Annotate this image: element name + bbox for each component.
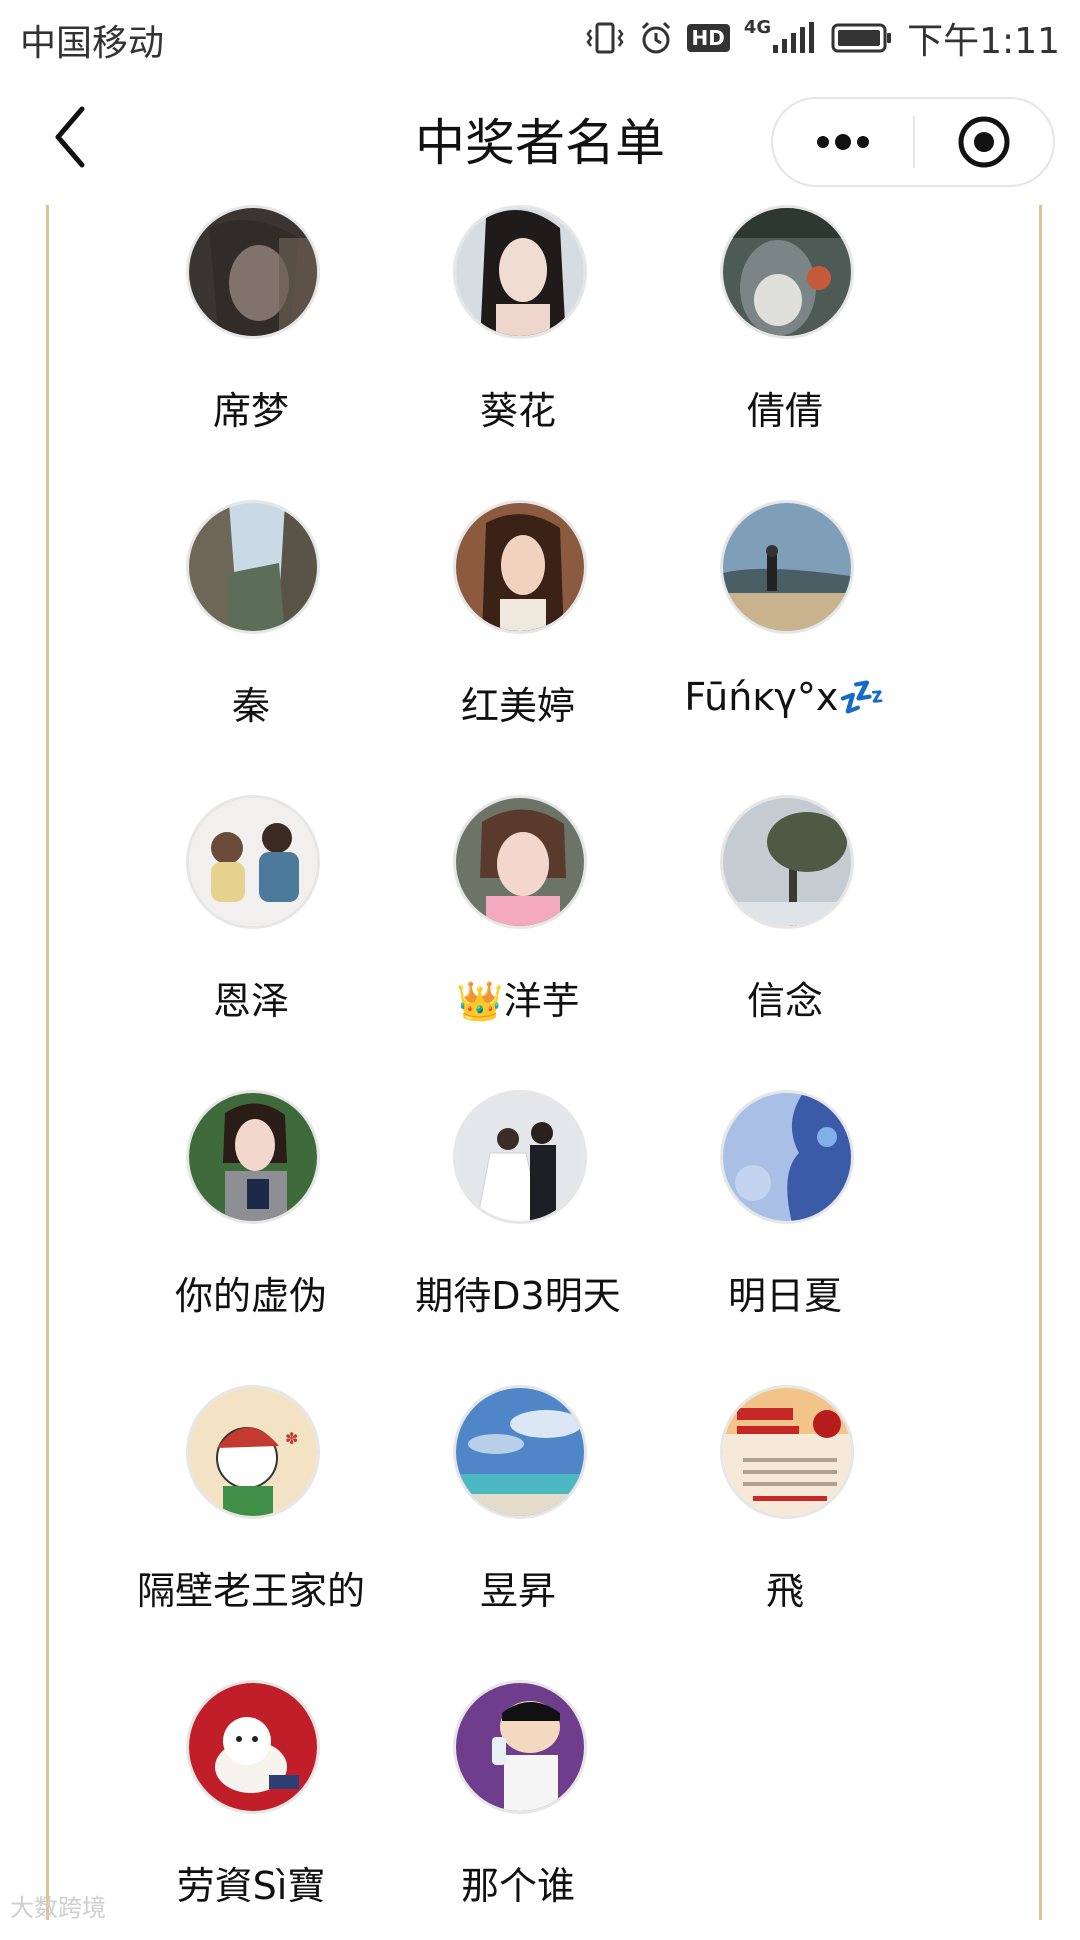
winner-grid: 席梦 葵花 倩倩 秦 红美婷 Fūńĸγ°x💤 恩泽 👑洋芋 信念 你的虚伪 期… (46, 205, 1042, 1920)
avatar (720, 205, 854, 339)
winner-name: 倩倩 (746, 389, 823, 433)
avatar (720, 500, 854, 634)
battery-icon (831, 22, 893, 54)
status-bar: 中国移动 HD 4G 下午1:11 (0, 0, 1080, 75)
winner-card[interactable]: 那个谁 (353, 1680, 683, 1940)
more-dots-icon (817, 134, 869, 150)
avatar (453, 500, 587, 634)
close-button[interactable] (915, 99, 1053, 185)
avatar: ✽ (186, 1385, 320, 1519)
winner-card[interactable]: 飛 (620, 1385, 950, 1645)
winner-name: 信念 (746, 979, 823, 1023)
vibrate-icon (585, 20, 625, 56)
winner-name: 那个谁 (460, 1864, 575, 1908)
avatar (186, 1680, 320, 1814)
avatar (186, 795, 320, 929)
avatar (453, 1680, 587, 1814)
alarm-icon (639, 20, 673, 56)
winner-card[interactable]: 明日夏 (620, 1090, 950, 1350)
winner-name: Fūńĸγ°x💤 (684, 675, 886, 719)
avatar (720, 795, 854, 929)
nav-bar: 中奖者名单 (0, 75, 1080, 205)
avatar (453, 1385, 587, 1519)
winner-card[interactable]: 信念 (620, 795, 950, 1055)
winner-card[interactable]: Fūńĸγ°x💤 (620, 500, 950, 760)
status-icons: HD 4G 下午1:11 (585, 12, 1060, 64)
avatar (453, 1090, 587, 1224)
avatar (186, 500, 320, 634)
network-type: 4G (743, 17, 772, 38)
target-close-icon (958, 116, 1010, 168)
winner-name: 飛 (765, 1569, 804, 1613)
avatar (720, 1385, 854, 1519)
avatar (186, 1090, 320, 1224)
hd-icon: HD (686, 24, 730, 52)
avatar (186, 205, 320, 339)
winner-name: 明日夏 (727, 1274, 842, 1318)
winner-card[interactable]: 倩倩 (620, 205, 950, 465)
more-button[interactable] (773, 99, 913, 185)
carrier-label: 中国移动 (20, 23, 165, 64)
clock: 下午1:11 (907, 21, 1060, 62)
avatar (453, 795, 587, 929)
mini-program-capsule (771, 97, 1055, 187)
avatar (720, 1090, 854, 1224)
signal-icon: 4G (743, 17, 817, 55)
watermark: 大数跨境 (10, 1894, 106, 1922)
svg-text:✽: ✽ (285, 1429, 298, 1448)
avatar (453, 205, 587, 339)
